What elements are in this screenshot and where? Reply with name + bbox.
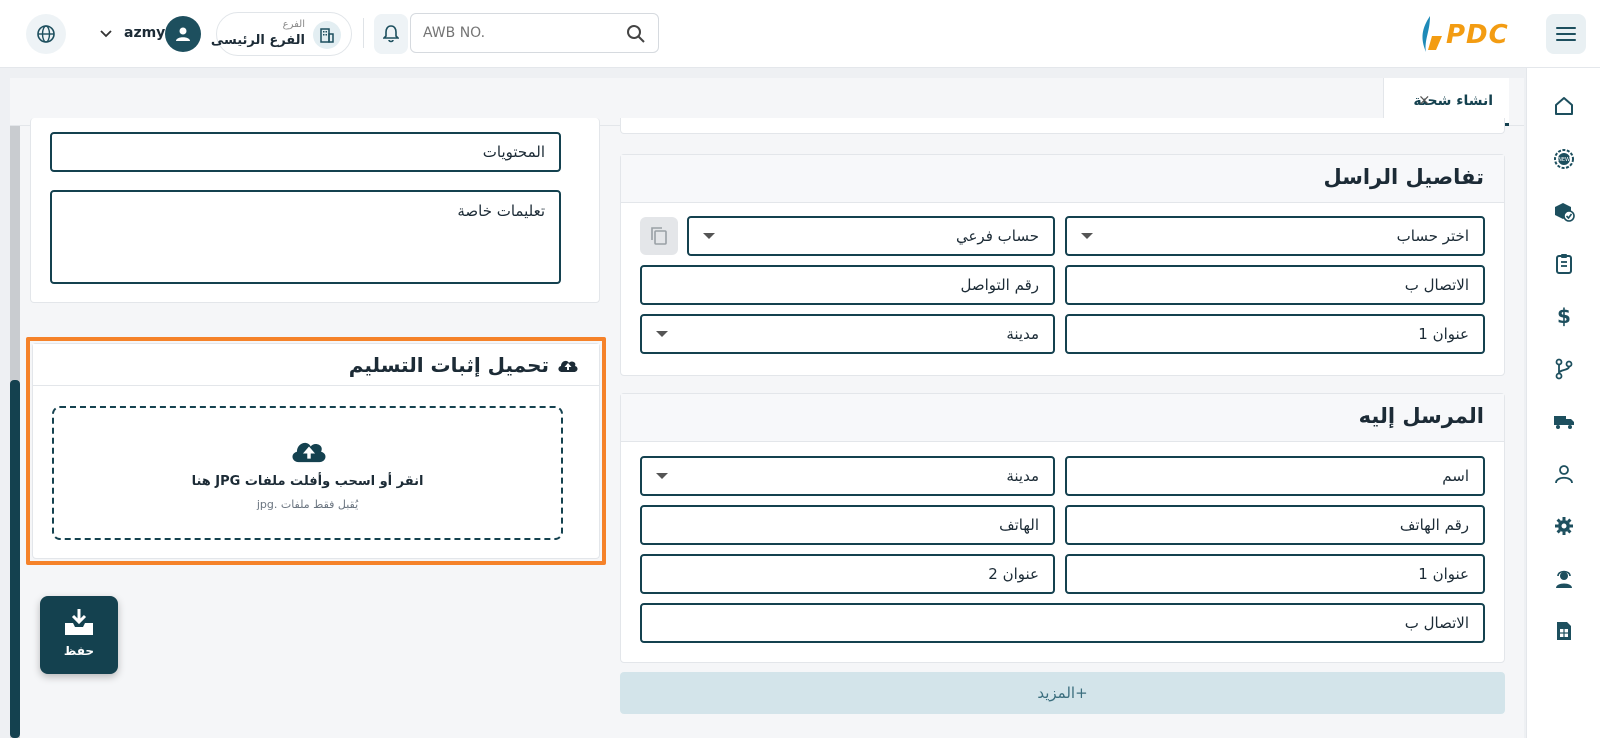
receiver-card-header: المرسل إليه xyxy=(621,394,1504,442)
dollar-icon[interactable]: $ xyxy=(1553,304,1575,328)
cloud-upload-icon xyxy=(558,360,578,372)
new-badge-icon[interactable]: NEW xyxy=(1553,148,1575,170)
cloud-upload-large-icon xyxy=(292,442,326,463)
receiver-contact-person-field[interactable]: الاتصال ب xyxy=(640,603,1485,643)
sender-city-value: مدينة xyxy=(1006,325,1039,343)
branch-value: الفرع الرئيسى xyxy=(210,33,305,48)
clipboard-icon[interactable] xyxy=(1553,253,1575,275)
branch-selector[interactable]: الفرع الفرع الرئيسى xyxy=(211,12,352,56)
sender-contact-number-field[interactable]: رقم التواصل xyxy=(640,265,1055,305)
contents-field[interactable]: المحتويات xyxy=(50,132,561,172)
sender-address1-value: عنوان 1 xyxy=(1418,325,1469,343)
bell-icon xyxy=(383,25,399,43)
copy-button[interactable] xyxy=(640,217,678,255)
branch-icon[interactable] xyxy=(1553,358,1575,380)
receiver-phone-number-field[interactable]: رقم الهاتف xyxy=(1065,505,1485,545)
receiver-phone-value: الهاتف xyxy=(999,516,1039,534)
home-icon[interactable] xyxy=(1553,95,1575,117)
select-account-value: اختر حساب xyxy=(1396,227,1469,245)
save-tray-icon xyxy=(65,609,93,635)
receiver-contact-person-value: الاتصال ب xyxy=(1404,614,1469,632)
previous-card-bottom xyxy=(620,118,1505,134)
pdc-logo: PDC xyxy=(1418,14,1518,54)
menu-button[interactable] xyxy=(1546,14,1586,54)
special-instructions-textarea[interactable]: تعليمات خاصة xyxy=(50,190,561,284)
top-bar: PDC الفرع الفرع الرئيسى azmy xyxy=(0,0,1600,68)
receiver-address1-value: عنوان 1 xyxy=(1418,565,1469,583)
shipment-details-card: المحتويات تعليمات خاصة xyxy=(30,118,600,303)
upload-hint: يُقبل فقط ملفات .jpg xyxy=(256,498,359,511)
upload-card: تحميل إثبات التسليم انقر أو اسحب وأفلت م… xyxy=(32,343,600,559)
receiver-address1-field[interactable]: عنوان 1 xyxy=(1065,554,1485,594)
sender-contact-number-value: رقم التواصل xyxy=(960,276,1039,294)
upload-dropzone[interactable]: انقر أو اسحب وأفلت ملفات JPG هنا يُقبل ف… xyxy=(52,406,563,540)
receiver-name-value: اسم xyxy=(1442,467,1469,485)
upload-title: تحميل إثبات التسليم xyxy=(348,353,549,377)
sim-card-icon[interactable] xyxy=(1553,620,1575,642)
building-icon xyxy=(320,28,334,43)
upload-card-header: تحميل إثبات التسليم xyxy=(33,344,599,386)
sender-card-header: تفاصيل الراسل xyxy=(621,155,1504,203)
sender-contact-person-value: الاتصال ب xyxy=(1404,276,1469,294)
box-check-icon[interactable] xyxy=(1553,200,1575,222)
special-instructions-value: تعليمات خاصة xyxy=(457,202,545,220)
receiver-card: المرسل إليه اسم مدينة رقم الهاتف الهاتف … xyxy=(620,393,1505,663)
sender-address1-field[interactable]: عنوان 1 xyxy=(1065,314,1485,354)
sub-account-dropdown[interactable]: حساب فرعي xyxy=(687,216,1055,256)
receiver-address2-value: عنوان 2 xyxy=(988,565,1039,583)
awb-search-box xyxy=(410,13,659,53)
receiver-name-field[interactable]: اسم xyxy=(1065,456,1485,496)
branch-icon-wrap xyxy=(313,21,341,49)
divider xyxy=(363,18,364,48)
search-icon[interactable] xyxy=(626,24,646,44)
sender-title: تفاصيل الراسل xyxy=(1323,165,1484,189)
save-button[interactable]: حفظ xyxy=(40,596,118,674)
logo-text: PDC xyxy=(1446,20,1509,50)
sender-contact-person-field[interactable]: الاتصال ب xyxy=(1065,265,1485,305)
avatar[interactable] xyxy=(165,16,201,52)
language-button[interactable] xyxy=(26,14,66,54)
receiver-city-dropdown[interactable]: مدينة xyxy=(640,456,1055,496)
receiver-phone-field[interactable]: الهاتف xyxy=(640,505,1055,545)
save-button-label: حفظ xyxy=(63,644,95,658)
tab-close-icon[interactable]: × xyxy=(1418,91,1431,109)
upload-drop-text: انقر أو اسحب وأفلت ملفات JPG هنا xyxy=(191,474,424,489)
upload-title-row: تحميل إثبات التسليم xyxy=(349,353,579,377)
receiver-title: المرسل إليه xyxy=(1358,404,1484,428)
more-button-label: +المزيد xyxy=(1037,684,1088,702)
chevron-down-icon[interactable] xyxy=(100,30,112,38)
support-agent-icon[interactable] xyxy=(1553,568,1575,590)
user-name[interactable]: azmy xyxy=(124,25,165,41)
hamburger-icon xyxy=(1556,27,1576,41)
more-button[interactable]: +المزيد xyxy=(620,672,1505,714)
sender-city-dropdown[interactable]: مدينة xyxy=(640,314,1055,354)
truck-icon[interactable] xyxy=(1553,410,1575,432)
select-account-dropdown[interactable]: اختر حساب xyxy=(1065,216,1485,256)
svg-text:NEW: NEW xyxy=(1558,157,1570,163)
receiver-address2-field[interactable]: عنوان 2 xyxy=(640,554,1055,594)
sub-account-value: حساب فرعي xyxy=(955,227,1039,245)
scrollbar-thumb[interactable] xyxy=(10,380,20,738)
svg-text:$: $ xyxy=(1557,305,1571,327)
user-icon[interactable] xyxy=(1553,463,1575,485)
globe-icon xyxy=(37,25,55,43)
flame-logo-icon xyxy=(1422,16,1442,52)
main-content: انشاء شحنة × تفاصيل الراسل اختر حساب حسا… xyxy=(10,78,1524,738)
notifications-button[interactable] xyxy=(374,14,408,54)
receiver-phone-number-value: رقم الهاتف xyxy=(1399,516,1469,534)
user-avatar-icon xyxy=(176,27,190,41)
sender-card: تفاصيل الراسل اختر حساب حساب فرعي الاتصا… xyxy=(620,154,1505,376)
gear-icon[interactable] xyxy=(1553,515,1575,537)
branch-label: الفرع xyxy=(282,19,305,30)
awb-search-input[interactable] xyxy=(423,22,613,44)
contents-value: المحتويات xyxy=(482,143,545,161)
sidebar: NEW $ xyxy=(1526,68,1600,738)
copy-icon xyxy=(651,227,667,245)
receiver-city-value: مدينة xyxy=(1006,467,1039,485)
